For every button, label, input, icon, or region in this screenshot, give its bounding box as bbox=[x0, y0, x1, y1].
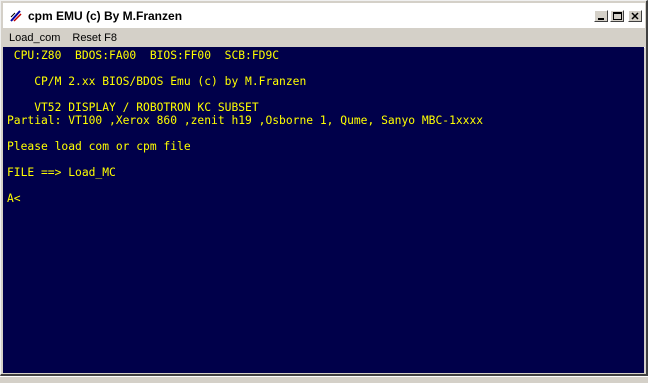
app-icon[interactable] bbox=[8, 8, 24, 24]
terminal-screen[interactable]: CPU:Z80 BDOS:FA00 BIOS:FF00 SCB:FD9C CP/… bbox=[3, 47, 644, 373]
close-button[interactable] bbox=[628, 10, 642, 22]
terminal-line-status: CPU:Z80 BDOS:FA00 BIOS:FF00 SCB:FD9C bbox=[7, 49, 280, 62]
minimize-button[interactable] bbox=[594, 10, 608, 22]
terminal-line-file: FILE ==> Load_MC bbox=[7, 166, 116, 179]
window-controls bbox=[594, 10, 642, 22]
terminal-line-partial: Partial: VT100 ,Xerox 860 ,zenit h19 ,Os… bbox=[7, 114, 484, 127]
menu-load-com[interactable]: Load_com bbox=[3, 32, 66, 44]
menu-reset[interactable]: Reset F8 bbox=[66, 32, 123, 44]
minimize-icon bbox=[598, 18, 604, 20]
maximize-icon bbox=[613, 12, 622, 20]
window-title: cpm EMU (c) By M.Franzen bbox=[28, 8, 183, 23]
emulator-window: cpm EMU (c) By M.Franzen Load_com Reset … bbox=[0, 0, 648, 376]
maximize-button[interactable] bbox=[610, 10, 624, 22]
terminal-line-prompt: Please load com or cpm file bbox=[7, 140, 191, 153]
terminal-line-display: VT52 DISPLAY / ROBOTRON KC SUBSET bbox=[7, 101, 259, 114]
terminal-line-copyright: CP/M 2.xx BIOS/BDOS Emu (c) by M.Franzen bbox=[7, 75, 307, 88]
title-bar[interactable]: cpm EMU (c) By M.Franzen bbox=[3, 3, 645, 28]
close-icon bbox=[631, 12, 639, 20]
menu-bar: Load_com Reset F8 bbox=[3, 29, 645, 48]
terminal-line-cursor: A< bbox=[7, 192, 21, 205]
